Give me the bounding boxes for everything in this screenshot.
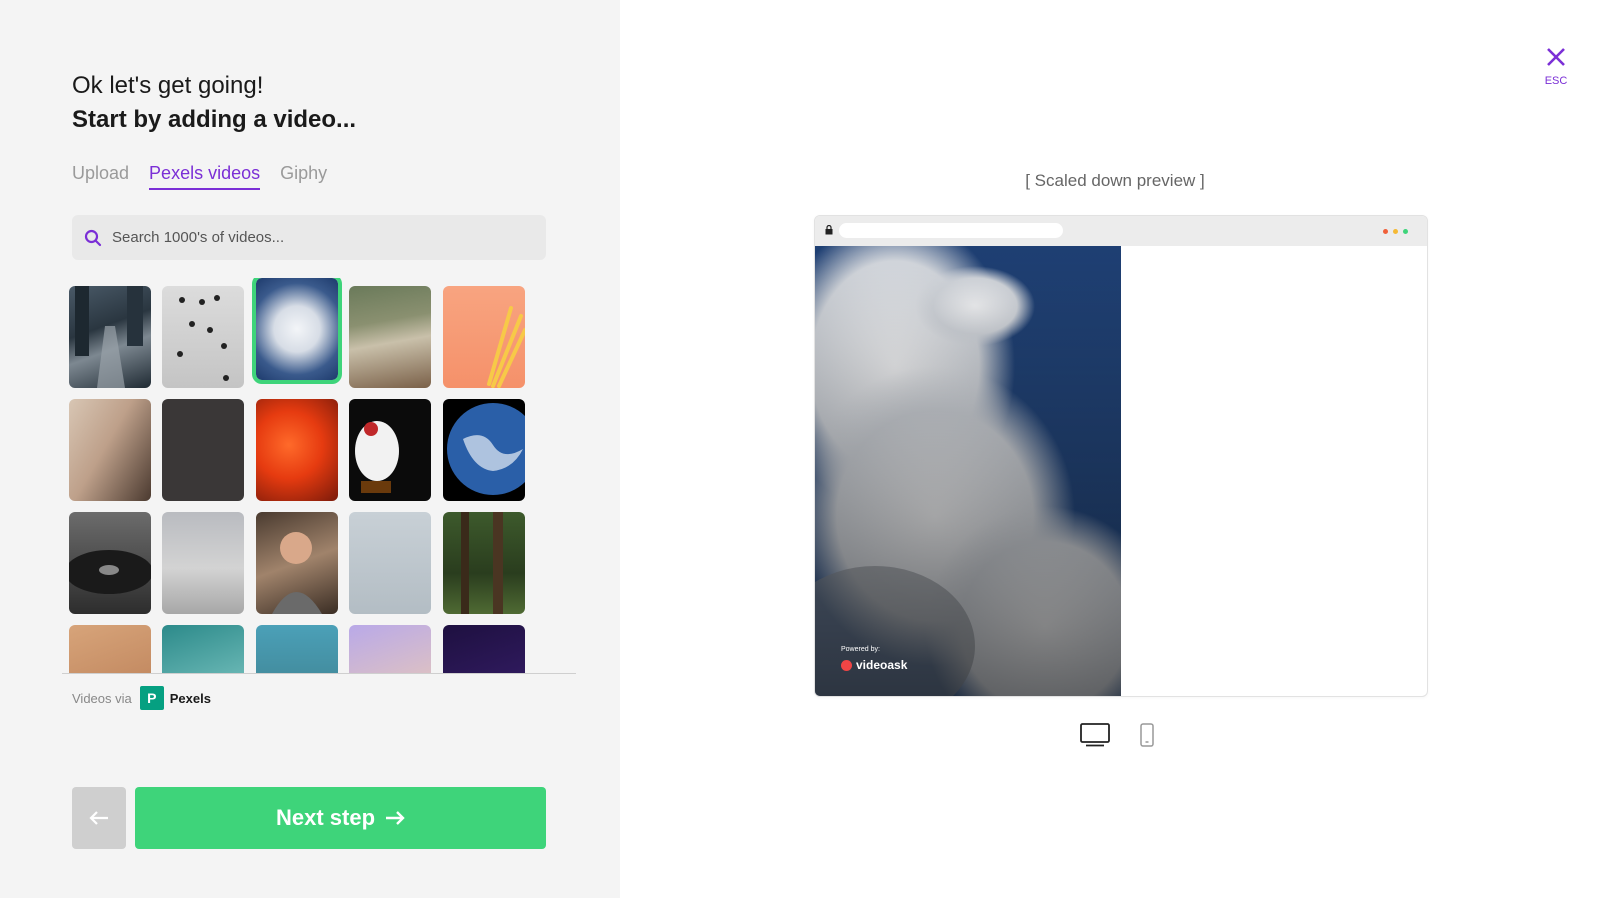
- video-thumb-phone-hand[interactable]: [69, 399, 151, 501]
- search-icon: [84, 229, 102, 246]
- window-dot-red: [1383, 229, 1388, 234]
- back-button[interactable]: [72, 787, 126, 849]
- mobile-view-button[interactable]: [1140, 723, 1154, 752]
- video-thumb-beach[interactable]: [256, 625, 338, 673]
- video-thumb-people[interactable]: [162, 286, 244, 388]
- pexels-attribution: Videos via P Pexels: [72, 686, 211, 710]
- video-thumb-forest[interactable]: [443, 512, 525, 614]
- tab-upload[interactable]: Upload: [72, 163, 129, 190]
- left-panel: Ok let's get going! Start by adding a vi…: [0, 0, 620, 898]
- esc-label: ESC: [1544, 75, 1568, 87]
- arrow-left-icon: [89, 811, 108, 825]
- videoask-logo-icon: [841, 659, 852, 671]
- video-thumb-lucky-cat[interactable]: [349, 399, 431, 501]
- pexels-brand: Pexels: [169, 690, 211, 706]
- window-dot-yellow: [1393, 229, 1398, 234]
- video-thumb-record-player[interactable]: [69, 512, 151, 614]
- video-thumb-city[interactable]: [69, 286, 151, 388]
- video-thumb-night-sky[interactable]: [443, 625, 525, 673]
- heading-instruction: Start by adding a video...: [72, 106, 357, 133]
- videoask-brand-name: videoask: [856, 658, 908, 672]
- video-thumb-clouds[interactable]: [252, 278, 342, 384]
- video-thumb-fries[interactable]: [443, 286, 525, 388]
- video-thumb-beach-waves[interactable]: [349, 286, 431, 388]
- attribution-prefix: Videos via: [72, 690, 132, 706]
- tab-giphy[interactable]: Giphy: [280, 163, 327, 190]
- device-toggle: [1080, 723, 1154, 752]
- search-box[interactable]: [72, 215, 546, 260]
- tab-pexels-videos[interactable]: Pexels videos: [149, 163, 261, 190]
- video-thumb-snow[interactable]: [349, 512, 431, 614]
- arrow-right-icon: [386, 811, 405, 825]
- preview-label: [ Scaled down preview ]: [1025, 171, 1205, 190]
- clouds-video-frame: [815, 246, 1121, 696]
- close-icon: [1547, 48, 1565, 66]
- browser-bar: [815, 216, 1427, 246]
- video-thumb-dark[interactable]: [162, 399, 244, 501]
- next-step-button[interactable]: Next step: [135, 787, 546, 849]
- window-dot-green: [1403, 229, 1408, 234]
- video-preview: Powered by: videoask: [815, 246, 1121, 696]
- video-thumb-purple-hair[interactable]: [349, 625, 431, 673]
- url-bar: [839, 223, 1063, 238]
- video-thumb-orange[interactable]: [256, 399, 338, 501]
- video-thumb-woman-phone[interactable]: [256, 512, 338, 614]
- close-button[interactable]: ESC: [1538, 46, 1574, 87]
- search-input[interactable]: [112, 229, 532, 246]
- videoask-brand: videoask: [841, 658, 907, 672]
- video-thumb-ocean[interactable]: [162, 625, 244, 673]
- browser-preview: Powered by: videoask: [814, 215, 1428, 697]
- mobile-icon: [1140, 723, 1154, 747]
- powered-by-label: Powered by:: [841, 646, 880, 653]
- lock-icon: [825, 225, 833, 235]
- video-thumb-earth[interactable]: [443, 399, 525, 501]
- pexels-logo: P: [139, 686, 164, 710]
- video-thumb-skin[interactable]: [69, 625, 151, 673]
- source-tabs: Upload Pexels videos Giphy: [72, 163, 327, 190]
- pexels-logo-letter: P: [147, 690, 157, 706]
- desktop-view-button[interactable]: [1080, 723, 1110, 752]
- video-thumb-reflection[interactable]: [162, 512, 244, 614]
- heading-greeting: Ok let's get going!: [72, 72, 264, 99]
- next-step-label: Next step: [275, 805, 376, 830]
- video-grid: [62, 278, 576, 674]
- desktop-icon: [1080, 723, 1110, 747]
